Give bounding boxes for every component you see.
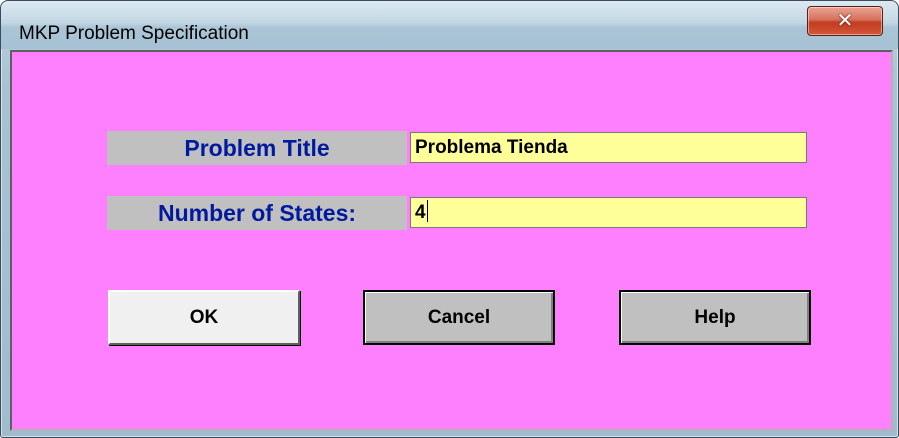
close-button[interactable]: ✕: [807, 6, 883, 36]
close-icon: ✕: [836, 8, 854, 32]
help-button[interactable]: Help: [619, 290, 811, 345]
problem-title-value: Problema Tienda: [415, 137, 568, 158]
num-states-label: Number of States:: [107, 196, 407, 230]
cancel-button[interactable]: Cancel: [363, 290, 555, 345]
num-states-input[interactable]: 4: [410, 197, 807, 228]
dialog-body: Problem Title Problema Tienda Number of …: [10, 50, 893, 431]
text-caret: [426, 200, 428, 222]
problem-title-input[interactable]: Problema Tienda: [410, 132, 807, 163]
ok-button[interactable]: OK: [108, 290, 300, 345]
window-title: MKP Problem Specification: [19, 23, 249, 44]
dialog-window: MKP Problem Specification ✕ Problem Titl…: [0, 0, 899, 438]
num-states-value: 4: [415, 202, 426, 223]
problem-title-label: Problem Title: [107, 131, 407, 165]
title-bar[interactable]: MKP Problem Specification ✕: [1, 1, 898, 49]
